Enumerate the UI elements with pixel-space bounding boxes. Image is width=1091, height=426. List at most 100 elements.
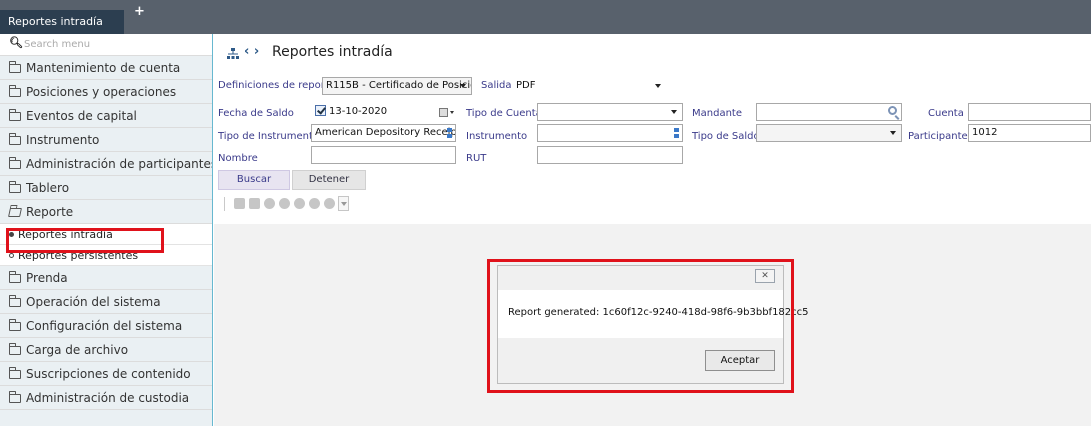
folder-icon [9, 181, 21, 193]
tipo-cuenta-label: Tipo de Cuenta [466, 108, 542, 119]
folder-icon [9, 157, 21, 169]
zoom-options-icon[interactable] [324, 198, 335, 209]
tab-reportes-intradia[interactable]: Reportes intradía [0, 10, 124, 34]
sidebar-item-label: Mantenimiento de cuenta [26, 61, 181, 75]
folder-icon [9, 391, 21, 403]
folder-icon [9, 367, 21, 379]
tipo-saldo-select[interactable] [756, 124, 902, 142]
bullet-hollow-icon [9, 253, 14, 258]
page-title: Reportes intradía [272, 44, 393, 60]
cuenta-field[interactable] [968, 103, 1091, 121]
sidebar-item-suscripciones[interactable]: Suscripciones de contenido [0, 362, 212, 386]
tab-label: Reportes intradía [8, 15, 103, 28]
top-bar: Reportes intradía + [0, 0, 1091, 34]
folder-icon [9, 343, 21, 355]
participante-label: Participante [908, 131, 968, 142]
sidebar-item-custodia[interactable]: Administración de custodia [0, 386, 212, 410]
sidebar-item-tablero[interactable]: Tablero [0, 176, 212, 200]
participante-value: 1012 [972, 127, 998, 138]
sidebar-item-label: Prenda [26, 271, 68, 285]
tipo-instrumento-label: Tipo de Instrumento [218, 131, 320, 142]
folder-icon [9, 109, 21, 121]
sidebar-item-carga[interactable]: Carga de archivo [0, 338, 212, 362]
spinner-icon[interactable] [674, 128, 679, 139]
folder-icon [9, 85, 21, 97]
tipo-instrumento-value: American Depository Receipt (ADR) [315, 127, 455, 138]
rut-label: RUT [466, 153, 487, 164]
toolbar-dropdown[interactable] [338, 196, 349, 211]
sidebar-item-label: Administración de participantes [26, 157, 212, 171]
save-icon[interactable] [234, 198, 245, 209]
detener-button[interactable]: Detener [292, 170, 366, 190]
salida-value: PDF [516, 80, 536, 91]
sidebar-item-label: Carga de archivo [26, 343, 129, 357]
calendar-icon[interactable] [439, 108, 448, 117]
sidebar-item-operacion[interactable]: Operación del sistema [0, 290, 212, 314]
folder-icon [9, 295, 21, 307]
folder-icon [9, 61, 21, 73]
instrumento-field[interactable] [537, 124, 683, 142]
search-icon[interactable] [888, 106, 897, 115]
dialog-highlight [487, 259, 794, 393]
instrumento-label: Instrumento [466, 131, 528, 142]
previous-page-icon[interactable] [264, 198, 275, 209]
buscar-button[interactable]: Buscar [218, 170, 290, 190]
fecha-field[interactable]: 13-10-2020 [311, 103, 456, 121]
forward-icon[interactable]: › [254, 44, 259, 59]
sidebar-item-eventos[interactable]: Eventos de capital [0, 104, 212, 128]
search-row: 🔍︎ [0, 34, 212, 56]
sidebar-item-label: Configuración del sistema [26, 319, 183, 333]
zoom-out-icon[interactable] [309, 198, 320, 209]
back-icon[interactable]: ‹ [244, 44, 249, 59]
nav-arrows: ‹ › [244, 44, 259, 59]
sidebar-item-label: Reporte [26, 205, 74, 219]
sidebar-item-label: Instrumento [26, 133, 100, 147]
fecha-label: Fecha de Saldo [218, 108, 294, 119]
search-icon: 🔍︎ [9, 36, 23, 49]
folder-icon [9, 319, 21, 331]
definiciones-value: R115B - Certificado de Posición [326, 80, 472, 91]
sidebar-item-label: Operación del sistema [26, 295, 161, 309]
sidebar-item-reporte[interactable]: Reporte [0, 200, 212, 224]
sidebar-item-prenda[interactable]: Prenda [0, 266, 212, 290]
sidebar-item-participantes[interactable]: Administración de participantes [0, 152, 212, 176]
chevron-down-icon [671, 110, 677, 114]
sidebar-item-instrumento[interactable]: Instrumento [0, 128, 212, 152]
search-input[interactable] [24, 37, 204, 51]
folder-icon [9, 133, 21, 145]
tipo-cuenta-select[interactable] [537, 103, 683, 121]
checkbox-checked-icon[interactable] [315, 105, 326, 116]
participante-field[interactable]: 1012 [968, 124, 1091, 142]
print-icon[interactable] [249, 198, 260, 209]
zoom-in-icon[interactable] [294, 198, 305, 209]
salida-select[interactable]: PDF [512, 77, 667, 95]
mandante-field[interactable] [756, 103, 902, 121]
toolbar-separator [224, 197, 225, 211]
definiciones-select[interactable]: R115B - Certificado de Posición [322, 77, 472, 95]
sidebar-item-label: Tablero [26, 181, 70, 195]
sidebar-item-posiciones[interactable]: Posiciones y operaciones [0, 80, 212, 104]
spinner-icon[interactable] [447, 128, 452, 139]
calendar-dropdown-icon [450, 111, 454, 114]
chevron-down-icon [460, 84, 466, 88]
tipo-instrumento-field[interactable]: American Depository Receipt (ADR) [311, 124, 456, 142]
report-toolbar [222, 194, 352, 214]
sidebar-item-label: Posiciones y operaciones [26, 85, 177, 99]
nombre-field[interactable] [311, 146, 456, 164]
sidebar-item-mantenimiento[interactable]: Mantenimiento de cuenta [0, 56, 212, 80]
rut-field[interactable] [537, 146, 683, 164]
definiciones-label: Definiciones de reporte [218, 80, 335, 91]
hierarchy-icon[interactable] [227, 48, 239, 60]
sidebar-item-configuracion[interactable]: Configuración del sistema [0, 314, 212, 338]
chevron-down-icon [655, 84, 661, 88]
salida-label: Salida [481, 80, 512, 91]
sidebar-item-label: Eventos de capital [26, 109, 137, 123]
add-tab-icon[interactable]: + [134, 0, 145, 24]
next-page-icon[interactable] [279, 198, 290, 209]
sidebar-item-label: Suscripciones de contenido [26, 367, 191, 381]
mandante-label: Mandante [692, 108, 742, 119]
chevron-down-icon [890, 131, 896, 135]
folder-icon [9, 271, 21, 283]
folder-open-icon [8, 208, 22, 217]
fecha-value: 13-10-2020 [329, 106, 388, 117]
